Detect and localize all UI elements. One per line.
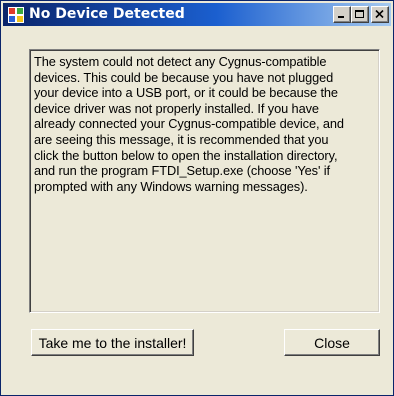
open-installer-button[interactable]: Take me to the installer!: [31, 329, 194, 356]
window-controls: [333, 6, 389, 23]
message-line: devices. This could be because you have …: [34, 69, 334, 85]
window-title: No Device Detected: [29, 6, 185, 22]
dialog-window: No Device Detected The system could not …: [0, 0, 394, 396]
minimize-icon: [338, 16, 344, 18]
windows-app-icon[interactable]: [8, 7, 24, 23]
close-dialog-button[interactable]: Close: [284, 329, 380, 356]
message-line: The system could not detect any Cygnus-c…: [34, 54, 327, 69]
message-line: device driver was not properly installed…: [34, 100, 319, 116]
message-line: already connected your Cygnus-compatible…: [34, 116, 344, 132]
message-line: prompted with any Windows warning messag…: [34, 178, 308, 194]
close-icon: [375, 10, 384, 19]
maximize-icon: [355, 10, 364, 18]
message-line: your device into a USB port, or it could…: [34, 85, 338, 101]
title-bar[interactable]: No Device Detected: [3, 3, 391, 26]
close-button[interactable]: [371, 6, 389, 23]
message-box: The system could not detect any Cygnus-c…: [29, 49, 380, 313]
message-line: are seeing this message, it is recommend…: [34, 131, 329, 147]
message-line: and run the program FTDI_Setup.exe (choo…: [34, 163, 330, 179]
message-line: click the button below to open the insta…: [34, 147, 338, 163]
minimize-button[interactable]: [333, 6, 351, 23]
maximize-button[interactable]: [351, 6, 369, 23]
message-text: The system could not detect any Cygnus-c…: [34, 54, 376, 194]
